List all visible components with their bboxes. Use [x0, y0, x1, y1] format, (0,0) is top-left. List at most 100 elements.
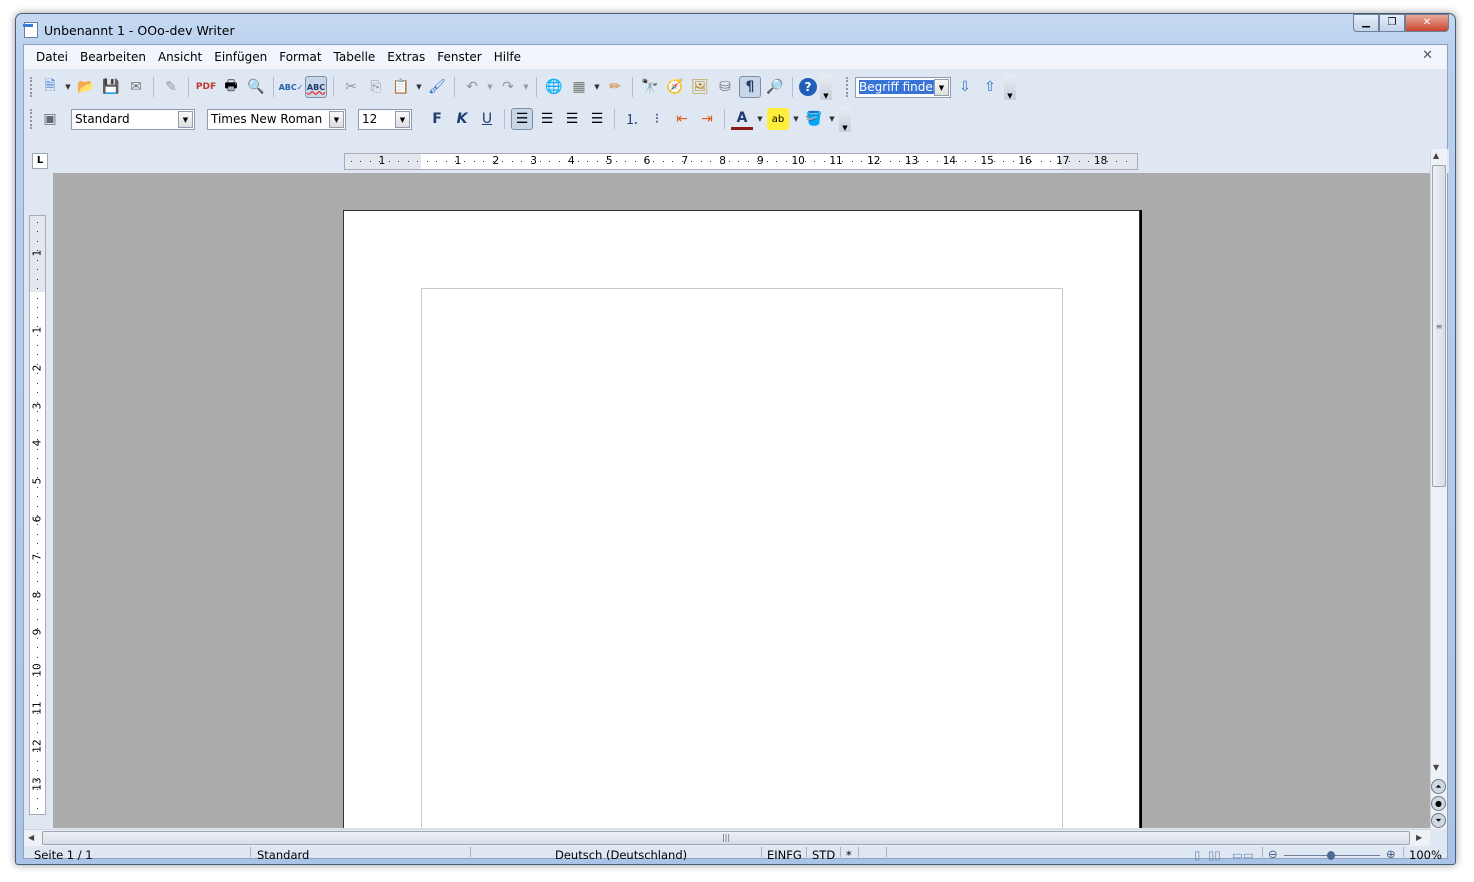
justify-icon[interactable]: ☰ — [586, 108, 608, 130]
bold-button[interactable]: F — [426, 108, 448, 130]
paste-dropdown[interactable]: ▼ — [415, 83, 423, 91]
navigator-icon[interactable]: 🧭 — [664, 76, 686, 98]
vertical-ruler[interactable]: 1 1 2 3 4 5 6 7 8 9 10 11 12 13 — [29, 215, 46, 815]
autospellcheck-icon[interactable]: ABC — [305, 76, 327, 98]
paragraph-style-select[interactable]: Standard ▼ — [71, 108, 195, 130]
redo-dropdown[interactable]: ▼ — [522, 83, 530, 91]
menu-ansicht[interactable]: Ansicht — [152, 50, 208, 64]
horizontal-scrollbar[interactable]: ◀ ||| ▶ — [24, 829, 1430, 846]
maximize-button[interactable]: ❐ — [1379, 14, 1405, 32]
menu-extras[interactable]: Extras — [381, 50, 431, 64]
document-page[interactable] — [343, 210, 1140, 828]
scroll-down-arrow[interactable]: ▼ — [1433, 763, 1439, 772]
menu-hilfe[interactable]: Hilfe — [488, 50, 527, 64]
new-dropdown[interactable]: ▼ — [64, 83, 72, 91]
cut-icon[interactable]: ✂ — [340, 76, 362, 98]
tab-type-selector[interactable]: L — [32, 153, 48, 169]
redo-icon[interactable]: ↷ — [497, 76, 519, 98]
decrease-indent-icon[interactable]: ⇤ — [671, 108, 693, 130]
toolbar-overflow[interactable]: ▼ — [820, 74, 832, 100]
spellcheck-icon[interactable]: ABC✓ — [279, 76, 304, 98]
text-boundaries[interactable] — [421, 288, 1063, 828]
toolbar-grip[interactable] — [30, 77, 33, 97]
help-icon[interactable]: ? — [799, 78, 817, 96]
scroll-up-arrow[interactable]: ▲ — [1433, 151, 1439, 160]
align-center-icon[interactable]: ☰ — [536, 108, 558, 130]
show-draw-functions-icon[interactable]: ✏ — [604, 76, 626, 98]
align-left-icon[interactable]: ☰ — [511, 108, 533, 130]
menu-tabelle[interactable]: Tabelle — [328, 50, 382, 64]
language[interactable]: Deutsch (Deutschland) — [555, 848, 687, 862]
background-color-icon[interactable]: 🪣 — [803, 108, 825, 130]
document-area[interactable] — [53, 173, 1430, 828]
save-icon[interactable]: 💾 — [100, 76, 122, 98]
vertical-scroll-thumb[interactable]: ≡ — [1432, 165, 1446, 487]
scroll-left-arrow[interactable]: ◀ — [28, 833, 34, 842]
undo-dropdown[interactable]: ▼ — [486, 83, 494, 91]
increase-indent-icon[interactable]: ⇥ — [696, 108, 718, 130]
chevron-down-icon[interactable]: ▼ — [178, 110, 193, 128]
menu-einfuegen[interactable]: Einfügen — [208, 50, 273, 64]
find-previous-icon[interactable]: ⇧ — [979, 76, 1001, 98]
font-color-dropdown[interactable]: ▼ — [756, 115, 764, 123]
close-document-button[interactable]: ✕ — [1416, 48, 1439, 63]
numbering-icon[interactable]: ⒈ — [621, 108, 643, 130]
menu-bearbeiten[interactable]: Bearbeiten — [74, 50, 152, 64]
zoom-slider-handle[interactable] — [1327, 851, 1335, 860]
find-next-icon[interactable]: ⇩ — [954, 76, 976, 98]
zoom-level[interactable]: 100% — [1409, 848, 1442, 862]
horizontal-scroll-thumb[interactable]: ||| — [42, 831, 1410, 845]
italic-button[interactable]: K — [451, 108, 473, 130]
table-icon[interactable]: ▦ — [568, 76, 590, 98]
page-count[interactable]: Seite 1 / 1 — [34, 848, 93, 862]
horizontal-ruler[interactable]: 1 1 2 3 4 5 6 7 8 9 10 11 12 13 14 15 16 17 18 — [344, 153, 1138, 170]
book-view-icon[interactable]: ▭▭ — [1232, 848, 1254, 862]
document-modified[interactable]: * — [846, 848, 852, 862]
single-page-view-icon[interactable]: ▯ — [1194, 848, 1200, 862]
formatting-marks-icon[interactable]: ¶ — [739, 76, 761, 98]
zoom-icon[interactable]: 🔎 — [764, 76, 786, 98]
selection-mode[interactable]: STD — [812, 848, 835, 862]
page-preview-icon[interactable]: 🔍 — [245, 76, 267, 98]
next-page-icon[interactable]: ⏷ — [1431, 813, 1446, 828]
vertical-scrollbar[interactable]: ▲ ≡ ▼ ⏶ ● ⏷ — [1430, 149, 1447, 829]
data-sources-icon[interactable]: ⛁ — [714, 76, 736, 98]
find-dropdown[interactable]: ▼ — [934, 78, 949, 96]
highlighting-dropdown[interactable]: ▼ — [792, 115, 800, 123]
hyperlink-icon[interactable]: 🌐 — [543, 76, 565, 98]
clone-formatting-icon[interactable]: 🖌 — [426, 76, 448, 98]
styles-formatting-icon[interactable]: ▣ — [39, 108, 61, 130]
align-right-icon[interactable]: ☰ — [561, 108, 583, 130]
open-icon[interactable]: 📂 — [75, 76, 97, 98]
table-dropdown[interactable]: ▼ — [593, 83, 601, 91]
menu-format[interactable]: Format — [273, 50, 327, 64]
background-color-dropdown[interactable]: ▼ — [828, 115, 836, 123]
navigation-icon[interactable]: ● — [1431, 796, 1446, 811]
toolbar-grip[interactable] — [30, 109, 33, 129]
chevron-down-icon[interactable]: ▼ — [395, 110, 410, 128]
chevron-down-icon[interactable]: ▼ — [329, 110, 344, 128]
close-window-button[interactable]: ✕ — [1405, 14, 1449, 32]
minimize-button[interactable]: ▁ — [1353, 14, 1379, 32]
highlighting-icon[interactable]: ab — [767, 108, 789, 130]
toolbar-overflow[interactable]: ▼ — [839, 106, 851, 132]
font-color-icon[interactable]: A — [731, 108, 753, 130]
find-input-value[interactable]: Begriff finden — [859, 79, 941, 94]
edit-file-icon[interactable]: ✎ — [160, 76, 182, 98]
scroll-right-arrow[interactable]: ▶ — [1416, 833, 1422, 842]
menu-fenster[interactable]: Fenster — [431, 50, 488, 64]
font-name-select[interactable]: Times New Roman ▼ — [207, 108, 346, 130]
paste-icon[interactable]: 📋 — [390, 76, 412, 98]
previous-page-icon[interactable]: ⏶ — [1431, 779, 1446, 794]
zoom-out-icon[interactable]: ⊖ — [1268, 847, 1278, 861]
bullets-icon[interactable]: ⁝ — [646, 108, 668, 130]
zoom-in-icon[interactable]: ⊕ — [1386, 847, 1396, 861]
insert-mode[interactable]: EINFG — [767, 848, 802, 862]
email-icon[interactable]: ✉ — [125, 76, 147, 98]
find-replace-icon[interactable]: 🔭 — [639, 76, 661, 98]
page-style[interactable]: Standard — [257, 848, 309, 862]
find-field[interactable]: Begriff finden ▼ — [855, 76, 951, 98]
print-icon[interactable]: 🖶 — [220, 76, 242, 98]
copy-icon[interactable]: ⎘ — [365, 76, 387, 98]
font-size-select[interactable]: 12 ▼ — [358, 108, 412, 130]
